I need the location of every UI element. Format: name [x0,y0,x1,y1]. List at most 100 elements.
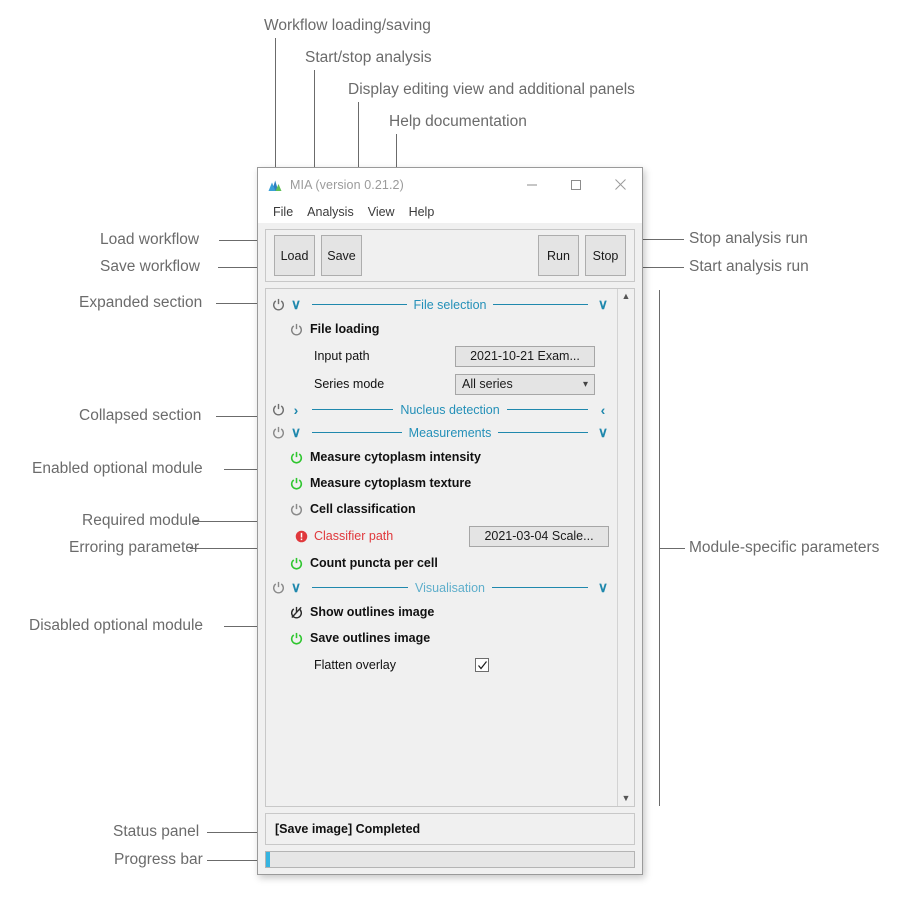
section-header-visualisation[interactable]: ∨ Visualisation ∨ [266,576,617,599]
module-row-file-loading[interactable]: File loading [266,316,617,342]
leader-line [659,548,685,549]
flatten-overlay-checkbox[interactable] [475,658,489,672]
scrollbar-track[interactable] [626,301,627,794]
module-row-save-outlines-image[interactable]: Save outlines image [266,625,617,651]
divider [312,304,407,305]
chevron-down-icon[interactable]: ∨ [595,296,611,313]
annotation-progress-bar: Progress bar [114,851,203,868]
input-path-value[interactable]: 2021-10-21 Exam... [455,345,595,367]
module-list: ∨ File selection ∨ File loading Input pa… [266,289,617,806]
power-icon-disabled[interactable] [290,606,310,619]
parameter-label: Series mode [314,377,385,391]
divider [493,304,589,305]
parameter-row-classifier-path: Classifier path 2021-03-04 Scale... [266,522,617,550]
window-controls [510,168,642,201]
stop-analysis-button[interactable]: Stop [585,235,626,276]
module-row-measure-cytoplasm-texture[interactable]: Measure cytoplasm texture [266,470,617,496]
chevron-down-icon[interactable]: ∨ [595,424,611,441]
window-title: MIA (version 0.21.2) [290,177,404,192]
progress-bar-container [258,845,642,875]
parameter-row-flatten-overlay: Flatten overlay [266,651,617,679]
chevron-down-icon[interactable]: ▾ [583,379,588,390]
title-bar: MIA (version 0.21.2) [258,168,642,201]
toolbar-container: Load Save Run Stop [258,223,642,282]
power-icon-enabled[interactable] [290,632,310,645]
mia-application-window: MIA (version 0.21.2) File Analysis View … [257,167,643,875]
annotation-help-documentation: Help documentation [389,113,527,130]
scroll-down-icon[interactable]: ▼ [622,794,631,803]
scroll-up-icon[interactable]: ▲ [622,292,631,301]
annotation-expanded-section: Expanded section [79,294,203,311]
section-header-file-selection[interactable]: ∨ File selection ∨ [266,293,617,316]
run-analysis-button[interactable]: Run [538,235,579,276]
section-header-nucleus-detection[interactable]: › Nucleus detection ‹ [266,398,617,421]
power-icon-required[interactable] [290,323,310,336]
panel-scrollbar[interactable]: ▲ ▼ [617,289,634,806]
menu-item-file[interactable]: File [266,201,300,223]
annotation-disabled-optional-module: Disabled optional module [29,617,204,634]
section-header-measurements[interactable]: ∨ Measurements ∨ [266,421,617,444]
chevron-down-icon[interactable]: ∨ [595,579,611,596]
menu-bar: File Analysis View Help [258,201,642,223]
module-row-show-outlines-image[interactable]: Show outlines image [266,599,617,625]
save-workflow-button[interactable]: Save [321,235,362,276]
module-label: File loading [310,322,380,336]
power-icon-enabled[interactable] [290,477,310,490]
divider [312,587,409,588]
divider [506,409,588,410]
minimize-button[interactable] [510,168,554,201]
module-label: Save outlines image [310,631,431,645]
power-icon-enabled[interactable] [290,557,310,570]
classifier-path-button[interactable]: 2021-03-04 Scale... [469,525,609,547]
chevron-left-icon[interactable]: ‹ [595,402,611,418]
module-panel: ∨ File selection ∨ File loading Input pa… [265,288,635,807]
module-label: Measure cytoplasm intensity [310,450,481,464]
module-panel-container: ∨ File selection ∨ File loading Input pa… [258,282,642,807]
menu-item-help[interactable]: Help [402,201,442,223]
parameter-label-error: Classifier path [314,529,394,543]
annotation-start-stop-analysis: Start/stop analysis [305,49,432,66]
chevron-down-icon[interactable]: ∨ [287,296,305,313]
module-label: Cell classification [310,502,416,516]
annotation-start-analysis-run: Start analysis run [689,258,809,275]
divider [498,432,588,433]
maximize-button[interactable] [554,168,598,201]
module-row-count-puncta-per-cell[interactable]: Count puncta per cell [266,550,617,576]
annotation-display-editing-view: Display editing view and additional pane… [348,81,635,98]
chevron-down-icon[interactable]: ∨ [287,424,305,441]
mia-mountain-logo-icon [268,180,282,191]
divider [491,587,589,588]
annotation-stop-analysis-run: Stop analysis run [689,230,808,247]
power-icon-required[interactable] [270,426,287,439]
module-row-cell-classification[interactable]: Cell classification [266,496,617,522]
classifier-path-value[interactable]: 2021-03-04 Scale... [469,525,609,547]
power-icon-enabled[interactable] [270,298,287,311]
leader-line [207,860,263,861]
chevron-right-icon[interactable]: › [287,402,305,418]
menu-item-view[interactable]: View [361,201,402,223]
annotation-erroring-parameter: Erroring parameter [69,539,200,556]
parameter-label: Flatten overlay [314,658,396,672]
annotation-module-specific-parameters: Module-specific parameters [689,539,880,556]
series-mode-select[interactable]: All series ▾ [455,373,595,395]
power-icon-required[interactable] [270,581,287,594]
power-icon-enabled[interactable] [290,451,310,464]
section-title: Measurements [408,425,492,440]
module-row-measure-cytoplasm-intensity[interactable]: Measure cytoplasm intensity [266,444,617,470]
menu-item-analysis[interactable]: Analysis [300,201,361,223]
power-icon-enabled[interactable] [270,403,287,416]
toolbar: Load Save Run Stop [265,229,635,282]
annotation-required-module: Required module [82,512,201,529]
status-panel-container: [Save image] Completed [258,807,642,845]
close-button[interactable] [598,168,642,201]
divider [312,432,402,433]
power-icon-required[interactable] [290,503,310,516]
progress-bar [265,851,635,868]
annotation-save-workflow: Save workflow [100,258,200,275]
leader-line [207,832,263,833]
load-workflow-button[interactable]: Load [274,235,315,276]
input-path-button[interactable]: 2021-10-21 Exam... [455,345,595,367]
module-label: Show outlines image [310,605,435,619]
annotation-enabled-optional-module: Enabled optional module [32,460,203,477]
chevron-down-icon[interactable]: ∨ [287,579,305,596]
